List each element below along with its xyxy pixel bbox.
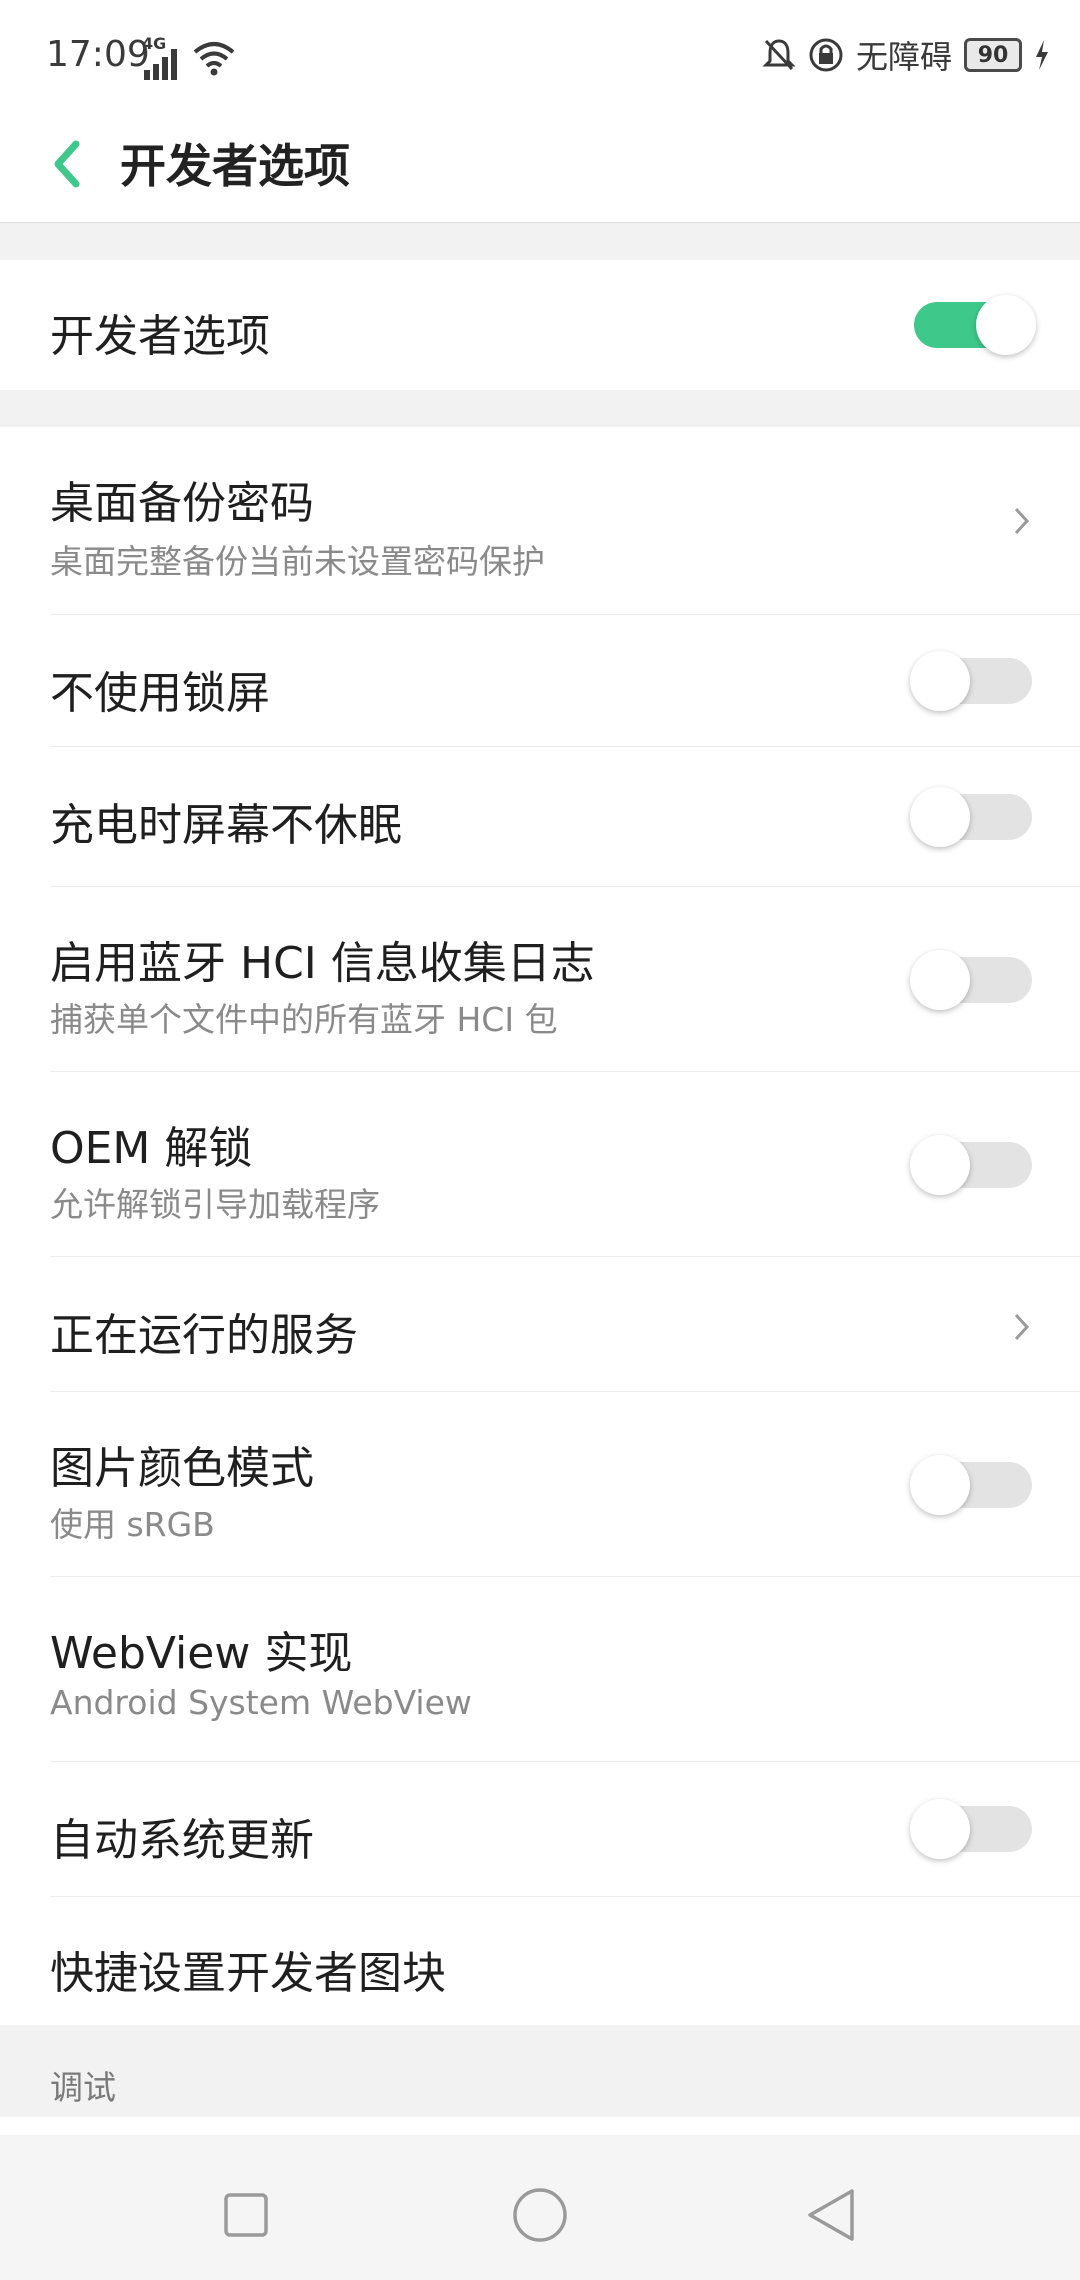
setting-subtitle: 使用 sRGB (50, 1505, 215, 1544)
navigation-bar (0, 2135, 1080, 2280)
chevron-right-icon (1014, 1313, 1030, 1341)
settings-list: 桌面备份密码 桌面完整备份当前未设置密码保护 不使用锁屏 充电时屏幕不休眠 启用… (0, 427, 1080, 2025)
setting-oem-unlock[interactable]: OEM 解锁 允许解锁引导加载程序 (0, 1072, 1080, 1257)
switch-knob (910, 787, 970, 847)
setting-title: 正在运行的服务 (50, 1310, 358, 1361)
setting-title: 自动系统更新 (50, 1815, 314, 1866)
setting-webview[interactable]: WebView 实现 Android System WebView (0, 1577, 1080, 1762)
home-icon[interactable] (510, 2185, 570, 2245)
setting-auto-update[interactable]: 自动系统更新 (0, 1762, 1080, 1897)
bt-hci-log-switch[interactable] (910, 950, 1032, 1010)
setting-subtitle: 桌面完整备份当前未设置密码保护 (50, 542, 545, 581)
accessibility-label: 无障碍 (855, 38, 952, 76)
switch-knob (910, 1799, 970, 1859)
signal-icon (144, 49, 177, 80)
wifi-icon (193, 42, 235, 76)
status-right: 无障碍 90 (762, 32, 1050, 78)
section-gap (0, 390, 1080, 427)
no-lockscreen-switch[interactable] (910, 651, 1032, 711)
chevron-right-icon (1014, 507, 1030, 535)
color-mode-switch[interactable] (910, 1455, 1032, 1515)
app-header: 开发者选项 (0, 110, 1080, 223)
charging-icon (1036, 40, 1048, 70)
setting-subtitle: Android System WebView (50, 1683, 472, 1722)
section-header-debug: 调试 (0, 2025, 1080, 2117)
recents-icon[interactable] (216, 2185, 276, 2245)
setting-title: 桌面备份密码 (50, 478, 314, 529)
lock-circle-icon (809, 38, 843, 72)
battery-indicator: 90 (964, 38, 1022, 72)
setting-title: 不使用锁屏 (50, 668, 270, 719)
setting-title: 启用蓝牙 HCI 信息收集日志 (50, 938, 595, 989)
setting-no-lockscreen[interactable]: 不使用锁屏 (0, 615, 1080, 747)
setting-color-mode[interactable]: 图片颜色模式 使用 sRGB (0, 1392, 1080, 1577)
section-gap (0, 223, 1080, 260)
status-bar: 17:09 4G 无障碍 90 (0, 0, 1080, 110)
switch-knob (976, 295, 1036, 355)
master-toggle-label: 开发者选项 (50, 311, 270, 362)
stay-awake-switch[interactable] (910, 787, 1032, 847)
page-title: 开发者选项 (120, 139, 350, 193)
setting-title: OEM 解锁 (50, 1123, 253, 1174)
setting-title: WebView 实现 (50, 1628, 353, 1679)
switch-knob (910, 950, 970, 1010)
master-toggle-row[interactable]: 开发者选项 (0, 260, 1080, 390)
status-time: 17:09 (46, 34, 150, 75)
setting-stay-awake[interactable]: 充电时屏幕不休眠 (0, 747, 1080, 887)
setting-subtitle: 允许解锁引导加载程序 (50, 1185, 380, 1224)
oem-unlock-switch[interactable] (910, 1135, 1032, 1195)
setting-qs-tiles[interactable]: 快捷设置开发者图块 (0, 1897, 1080, 2025)
switch-knob (910, 1135, 970, 1195)
setting-subtitle: 捕获单个文件中的所有蓝牙 HCI 包 (50, 1000, 558, 1039)
master-toggle-switch[interactable] (914, 295, 1036, 355)
setting-title: 充电时屏幕不休眠 (50, 800, 402, 851)
section-label: 调试 (50, 2068, 116, 2107)
setting-bt-hci-log[interactable]: 启用蓝牙 HCI 信息收集日志 捕获单个文件中的所有蓝牙 HCI 包 (0, 887, 1080, 1072)
setting-title: 图片颜色模式 (50, 1443, 314, 1494)
switch-knob (910, 1455, 970, 1515)
switch-knob (910, 651, 970, 711)
auto-update-switch[interactable] (910, 1799, 1032, 1859)
master-toggle-section: 开发者选项 (0, 260, 1080, 390)
chevron-left-icon[interactable] (40, 134, 100, 194)
setting-title: 快捷设置开发者图块 (50, 1948, 446, 1999)
bell-muted-icon (762, 39, 796, 71)
setting-running-services[interactable]: 正在运行的服务 (0, 1257, 1080, 1392)
setting-backup-password[interactable]: 桌面备份密码 桌面完整备份当前未设置密码保护 (0, 427, 1080, 615)
back-triangle-icon[interactable] (802, 2185, 862, 2245)
